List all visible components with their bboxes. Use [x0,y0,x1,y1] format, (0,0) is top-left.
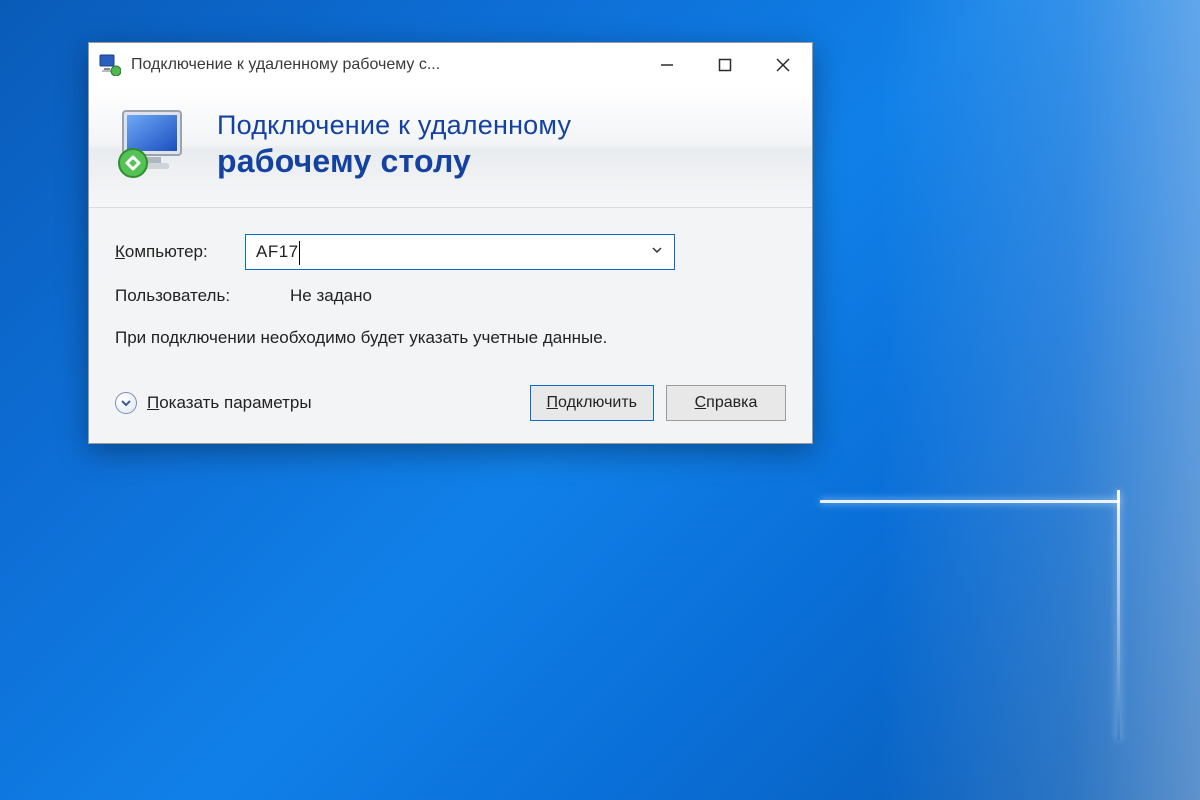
dialog-body: Компьютер: AF17 Пользователь: Не задано … [89,208,812,443]
desktop-background: Подключение к удаленному рабочему с... [0,0,1200,800]
show-options-label: Показать параметры [147,393,312,413]
minimize-button[interactable] [638,43,696,87]
text-caret [299,241,300,265]
light-effect [1117,490,1120,740]
computer-value: AF17 [256,242,648,262]
show-options-link[interactable]: Показать параметры [115,392,518,414]
connect-button[interactable]: Подключить [530,385,654,421]
computer-combobox[interactable]: AF17 [245,234,675,270]
maximize-button[interactable] [696,43,754,87]
banner: Подключение к удаленному рабочему столу [89,87,812,208]
credentials-hint: При подключении необходимо будет указать… [115,326,655,351]
rdp-app-icon [99,54,121,76]
light-effect [820,500,1120,503]
chevron-down-circle-icon [115,392,137,414]
user-label: Пользователь: [115,286,290,306]
window-title: Подключение к удаленному рабочему с... [131,56,638,74]
banner-line2: рабочему столу [217,143,571,180]
close-button[interactable] [754,43,812,87]
banner-text: Подключение к удаленному рабочему столу [217,110,571,180]
help-button[interactable]: Справка [666,385,786,421]
titlebar[interactable]: Подключение к удаленному рабочему с... [89,43,812,87]
footer: Показать параметры Подключить Справка [115,385,786,421]
rdp-window: Подключение к удаленному рабочему с... [88,42,813,444]
chevron-down-icon[interactable] [648,242,666,262]
computer-row: Компьютер: AF17 [115,234,786,270]
computer-label: Компьютер: [115,242,245,262]
user-row: Пользователь: Не задано [115,286,786,306]
user-value: Не задано [290,286,372,306]
rdp-large-icon [113,105,193,185]
banner-line1: Подключение к удаленному [217,110,571,141]
